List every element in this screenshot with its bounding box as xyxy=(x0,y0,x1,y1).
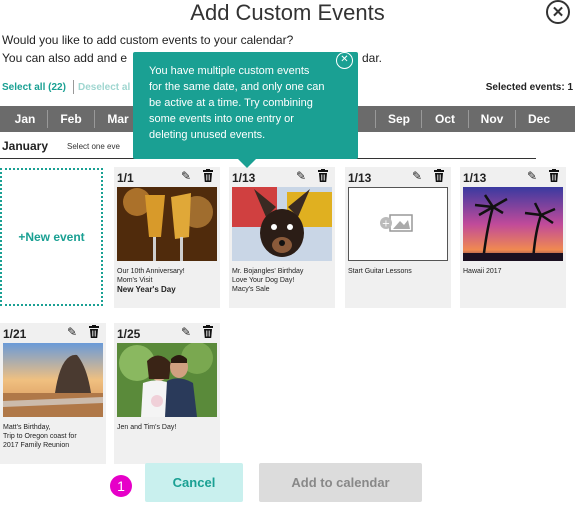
event-title-line: Macy's Sale xyxy=(232,286,270,293)
delete-trash-icon[interactable] xyxy=(317,169,329,187)
event-title-line: Hawaii 2017 xyxy=(463,268,502,275)
delete-trash-icon[interactable] xyxy=(548,169,560,187)
add-to-calendar-button[interactable]: Add to calendar xyxy=(259,463,422,502)
event-title-line: Mr. Bojangles' Birthday xyxy=(232,268,304,275)
event-date: 1/13 xyxy=(463,171,487,185)
section-month-title: January xyxy=(2,139,49,153)
month-tab[interactable]: Sep xyxy=(377,106,421,132)
month-tab[interactable]: Dec xyxy=(517,106,561,132)
month-tab[interactable]: Nov xyxy=(470,106,514,132)
dialog-title: Add Custom Events xyxy=(190,0,385,25)
new-event-button[interactable]: +New event xyxy=(0,168,103,306)
event-card[interactable]: 1/13 ✎ Hawaii 2017 xyxy=(460,167,566,308)
month-divider xyxy=(47,110,48,128)
deselect-all-link[interactable]: Deselect al xyxy=(78,82,130,93)
month-divider xyxy=(94,110,95,128)
event-photo xyxy=(232,187,332,261)
month-divider xyxy=(515,110,516,128)
tooltip-arrow xyxy=(238,159,256,168)
section-hint: Select one eve xyxy=(67,142,120,151)
month-divider xyxy=(421,110,422,128)
tooltip-line-2: for the same date, and only one can xyxy=(149,81,325,93)
tooltip-close-icon[interactable]: ✕ xyxy=(336,52,353,69)
event-date: 1/1 xyxy=(117,171,134,185)
event-title-line: Jen and Tim's Day! xyxy=(117,424,177,431)
event-title-line: Love Your Dog Day! xyxy=(232,277,295,284)
step-marker: 1 xyxy=(110,475,132,497)
edit-pencil-icon[interactable]: ✎ xyxy=(181,169,191,183)
event-card[interactable]: 1/21 ✎ Matt's Birthday, Trip to Oregon coas… xyxy=(0,323,106,464)
edit-pencil-icon[interactable]: ✎ xyxy=(296,169,306,183)
intro-line-2b: dar. xyxy=(362,51,383,65)
edit-pencil-icon[interactable]: ✎ xyxy=(412,169,422,183)
month-tab[interactable]: Oct xyxy=(423,106,467,132)
event-card[interactable]: 1/25 ✎ Jen and Tim's Day! xyxy=(114,323,220,464)
month-divider xyxy=(468,110,469,128)
tooltip-line-5: deleting unused events. xyxy=(149,129,266,141)
event-photo: + xyxy=(348,187,448,261)
select-all-link[interactable]: Select all (22) xyxy=(2,82,66,93)
selected-events-count: Selected events: 1 xyxy=(485,82,573,93)
svg-text:+: + xyxy=(382,219,390,230)
event-title-line: Mom's Visit xyxy=(117,277,153,284)
event-card[interactable]: 1/13 ✎ Mr. Bojangles' Birthday Love Your Do… xyxy=(229,167,335,308)
close-icon[interactable]: ✕ xyxy=(546,0,570,24)
delete-trash-icon[interactable] xyxy=(202,169,214,187)
tooltip-line-4: some events into one entry or xyxy=(149,113,294,125)
event-photo xyxy=(117,343,217,417)
event-photo xyxy=(117,187,217,261)
event-title-line: Trip to Oregon coast for xyxy=(3,433,77,440)
intro-line-1: Would you like to add custom events to y… xyxy=(2,33,294,47)
tooltip-line-1: You have multiple custom events xyxy=(149,65,310,77)
event-date: 1/25 xyxy=(117,327,141,341)
event-title-line: 2017 Family Reunion xyxy=(3,442,70,449)
tooltip-line-3: be active at a time. Try combining xyxy=(149,97,313,109)
event-photo xyxy=(3,343,103,417)
month-tab[interactable]: Feb xyxy=(49,106,93,132)
month-tab[interactable]: Jan xyxy=(3,106,47,132)
delete-trash-icon[interactable] xyxy=(88,325,100,343)
delete-trash-icon[interactable] xyxy=(202,325,214,343)
edit-pencil-icon[interactable]: ✎ xyxy=(67,325,77,339)
edit-pencil-icon[interactable]: ✎ xyxy=(527,169,537,183)
event-date: 1/13 xyxy=(348,171,372,185)
event-card[interactable]: 1/1 ✎ Our 10th Anniversary! Mom's Visit New … xyxy=(114,167,220,308)
month-divider xyxy=(375,110,376,128)
event-title-line: Start Guitar Lessons xyxy=(348,268,412,275)
event-card[interactable]: 1/13 ✎ + Start Guitar Lessons xyxy=(345,167,451,308)
edit-pencil-icon[interactable]: ✎ xyxy=(181,325,191,339)
intro-line-2a: You can also add and e xyxy=(2,51,127,65)
delete-trash-icon[interactable] xyxy=(433,169,445,187)
event-title-line: Matt's Birthday, xyxy=(3,424,51,431)
event-date: 1/13 xyxy=(232,171,256,185)
event-title-line: New Year's Day xyxy=(117,285,176,294)
event-date: 1/21 xyxy=(3,327,27,341)
cancel-button[interactable]: Cancel xyxy=(145,463,243,502)
divider xyxy=(73,80,74,94)
event-title-line: Our 10th Anniversary! xyxy=(117,268,185,275)
event-photo xyxy=(463,187,563,261)
tooltip: You have multiple custom events for the … xyxy=(133,52,358,159)
